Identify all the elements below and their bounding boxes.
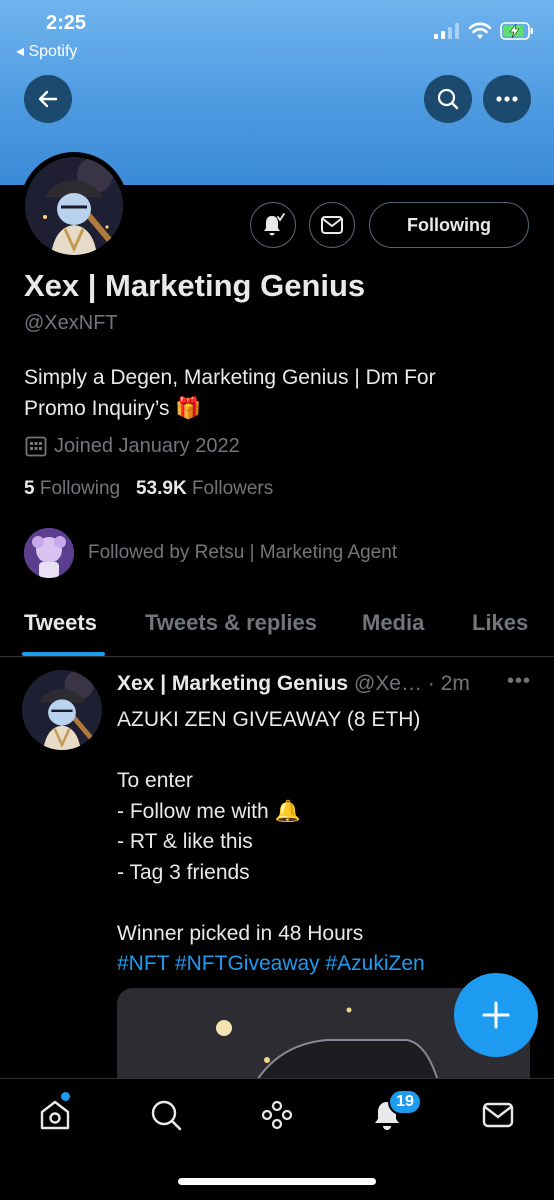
tweet-avatar-illustration — [22, 670, 102, 750]
tab-media[interactable]: Media — [362, 610, 424, 636]
gift-emoji: 🎁 — [175, 397, 202, 420]
home-indicator[interactable] — [178, 1178, 376, 1185]
search-icon — [151, 1100, 182, 1131]
status-time: 2:25 — [46, 12, 87, 34]
tweet-author-name[interactable]: Xex | Marketing Genius — [117, 672, 348, 695]
tweet-line-1: AZUKI ZEN GIVEAWAY (8 ETH) — [117, 708, 421, 731]
followers-count-link[interactable]: 53.9K Followers — [136, 478, 273, 499]
bell-check-icon — [264, 213, 285, 236]
cellular-signal-icon — [434, 23, 459, 39]
bio-line-1: Simply a Degen, Marketing Genius | Dm Fo… — [24, 366, 436, 389]
plus-icon — [482, 1001, 510, 1029]
status-bar: 2:25 ◂ Spotify — [0, 0, 554, 70]
search-button[interactable] — [424, 75, 472, 123]
direct-message-button[interactable] — [309, 202, 355, 248]
active-tab-indicator — [22, 652, 105, 656]
profile-bio: Simply a Degen, Marketing Genius | Dm Fo… — [24, 362, 524, 424]
tweet-avatar[interactable] — [22, 670, 102, 750]
tweet-line-6: Winner picked in 48 Hours — [117, 921, 364, 945]
nav-spaces[interactable] — [257, 1095, 297, 1135]
tweet-text: AZUKI ZEN GIVEAWAY (8 ETH) To enter - Fo… — [117, 705, 425, 980]
home-unread-dot — [61, 1092, 70, 1101]
notifications-subscribed-button[interactable] — [250, 202, 296, 248]
tweet-line-5: - Tag 3 friends — [117, 860, 250, 884]
tweet-line-2: To enter — [117, 769, 193, 792]
profile-handle: @XexNFT — [24, 312, 118, 334]
follower-avatar-illustration — [24, 528, 74, 578]
calendar-icon — [25, 436, 47, 457]
tweet-more-button[interactable]: ••• — [507, 670, 531, 693]
joined-date: Joined January 2022 — [24, 434, 240, 458]
tab-likes[interactable]: Likes — [472, 610, 528, 636]
followed-by[interactable]: Followed by Retsu | Marketing Agent — [24, 528, 397, 578]
tweet-line-3: - Follow me with 🔔 — [117, 799, 301, 823]
followed-by-text: Followed by Retsu | Marketing Agent — [88, 542, 398, 563]
bio-line-2: Promo Inquiry’s 🎁 — [24, 393, 524, 424]
following-button[interactable]: Following — [369, 202, 529, 248]
bio-line-2-text: Promo Inquiry’s — [24, 397, 170, 420]
nav-messages[interactable] — [478, 1095, 518, 1135]
tweet-header: Xex | Marketing Genius @Xe… · 2m — [117, 672, 470, 696]
followers-count: 53.9K — [135, 478, 187, 499]
more-options-button[interactable] — [483, 75, 531, 123]
wifi-icon — [468, 22, 492, 39]
back-button[interactable] — [24, 75, 72, 123]
follower-avatar — [24, 528, 74, 578]
tweet-hashtags[interactable]: #NFT #NFTGiveaway #AzukiZen — [117, 949, 425, 980]
profile-name: Xex | Marketing Genius — [24, 268, 366, 303]
followers-label: Followers — [191, 478, 274, 499]
nav-home[interactable] — [35, 1095, 75, 1135]
more-horizontal-icon — [496, 96, 518, 102]
avatar-illustration — [25, 157, 123, 255]
status-icons — [434, 22, 534, 40]
battery-charging-icon — [500, 22, 533, 40]
envelope-icon — [321, 216, 343, 234]
back-to-app-link[interactable]: ◂ Spotify — [16, 41, 77, 61]
tweet-line-4: - RT & like this — [117, 830, 253, 853]
following-label: Following — [39, 478, 121, 499]
following-count: 5 — [24, 478, 35, 499]
notifications-badge: 19 — [388, 1089, 422, 1115]
compose-tweet-button[interactable] — [454, 973, 538, 1057]
following-count-link[interactable]: 5 Following — [24, 478, 120, 499]
home-icon — [40, 1100, 70, 1130]
tab-tweets-and-replies[interactable]: Tweets & replies — [145, 610, 317, 636]
joined-text: Joined January 2022 — [54, 434, 240, 457]
profile-avatar[interactable] — [20, 152, 128, 260]
tab-tweets[interactable]: Tweets — [24, 610, 97, 636]
nav-search[interactable] — [146, 1095, 186, 1135]
envelope-icon — [482, 1102, 514, 1128]
follow-counts: 5 Following 53.9K Followers — [24, 478, 273, 500]
spaces-icon — [261, 1100, 293, 1130]
profile-tabs: Tweets Tweets & replies Media Likes — [0, 590, 554, 657]
tweet-handle-time: @Xe… · 2m — [353, 672, 470, 695]
arrow-left-icon — [38, 90, 58, 108]
search-icon — [437, 88, 459, 110]
